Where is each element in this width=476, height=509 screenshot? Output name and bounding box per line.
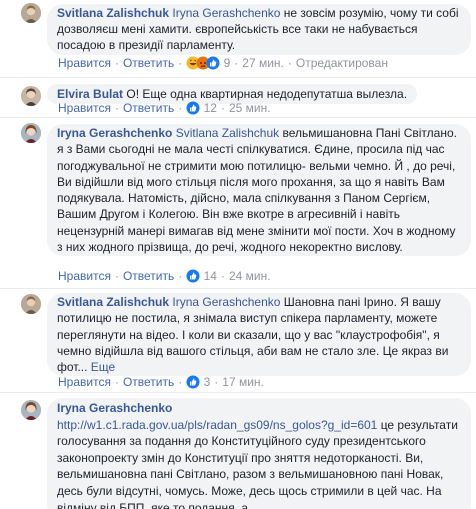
comment-actions: Нравится · Ответить · 12 · 25 мин. bbox=[58, 101, 271, 115]
divider bbox=[0, 392, 476, 393]
comment-author[interactable]: Iryna Gerashchenko bbox=[57, 401, 172, 415]
comment-body: Iryna Gerashchenko http://w1.c1.rada.gov… bbox=[47, 398, 471, 509]
comment-time[interactable]: 17 мин. bbox=[222, 375, 264, 389]
reactions-summary[interactable]: 14 bbox=[186, 269, 217, 283]
reactions-summary[interactable]: 12 bbox=[186, 101, 217, 115]
divider bbox=[0, 117, 476, 118]
reaction-count: 14 bbox=[203, 269, 217, 283]
comment-bubble: Svitlana Zalishchuk Iryna Gerashchenko Ш… bbox=[47, 293, 471, 377]
comment-author[interactable]: Iryna Gerashchenko bbox=[57, 126, 172, 140]
comment-actions: Нравится · Ответить · 3 · 17 мин. bbox=[58, 375, 264, 389]
comment-bubble: Iryna Gerashchenko http://w1.c1.rada.gov… bbox=[47, 398, 471, 509]
mention-link[interactable]: Svitlana Zalishchuk bbox=[176, 126, 279, 140]
comment-body: Svitlana Zalishchuk Iryna Gerashchenko н… bbox=[47, 4, 471, 55]
divider bbox=[0, 288, 476, 289]
reaction-count: 9 bbox=[223, 56, 231, 70]
reaction-count: 3 bbox=[203, 375, 211, 389]
comment-time[interactable]: 24 мин. bbox=[229, 269, 271, 283]
mention-link[interactable]: Iryna Gerashchenko bbox=[172, 295, 280, 309]
reply-button[interactable]: Ответить bbox=[123, 101, 174, 115]
comment-actions: Нравится · Ответить · 14 · 24 мин. bbox=[58, 269, 271, 283]
reply-button[interactable]: Ответить bbox=[123, 269, 174, 283]
comment-author[interactable]: Elvira Bulat bbox=[57, 87, 123, 101]
comment-body: Iryna Gerashchenko Svitlana Zalishchuk в… bbox=[47, 124, 471, 257]
mention-link[interactable]: Iryna Gerashchenko bbox=[172, 6, 280, 20]
reactions-summary[interactable]: 9 bbox=[186, 56, 230, 70]
comment-body: Svitlana Zalishchuk Iryna Gerashchenko Ш… bbox=[47, 293, 471, 377]
reply-button[interactable]: Ответить bbox=[123, 375, 174, 389]
comment-actions: Нравится · Ответить · 9 · 27 мин. · Отредактиро… bbox=[58, 56, 388, 70]
comment-author[interactable]: Svitlana Zalishchuk bbox=[57, 295, 169, 309]
like-button[interactable]: Нравится bbox=[58, 101, 111, 115]
comment-author[interactable]: Svitlana Zalishchuk bbox=[57, 6, 169, 20]
see-more-link[interactable]: Еще bbox=[91, 360, 115, 374]
like-button[interactable]: Нравится bbox=[58, 56, 111, 70]
edited-label[interactable]: Отредактирован bbox=[296, 56, 388, 70]
comment-bubble: Svitlana Zalishchuk Iryna Gerashchenko н… bbox=[47, 4, 471, 55]
comment-time[interactable]: 27 мин. bbox=[242, 56, 284, 70]
avatar[interactable] bbox=[21, 123, 41, 143]
avatar[interactable] bbox=[21, 294, 41, 314]
external-link[interactable]: http://w1.c1.rada.gov.ua/pls/radan_gs09/… bbox=[57, 418, 377, 432]
comment-text: О! Еще одна квартирная недодепутатша выл… bbox=[126, 87, 408, 101]
comment-time[interactable]: 25 мин. bbox=[229, 101, 271, 115]
avatar[interactable] bbox=[21, 400, 41, 420]
like-button[interactable]: Нравится bbox=[58, 375, 111, 389]
avatar[interactable] bbox=[21, 3, 41, 23]
like-reaction-icon bbox=[206, 56, 220, 70]
divider bbox=[0, 77, 476, 78]
comment-text: вельмишановна Пані Світлано. я з Вами сь… bbox=[57, 126, 457, 255]
avatar[interactable] bbox=[21, 86, 41, 106]
reply-button[interactable]: Ответить bbox=[123, 56, 174, 70]
like-reaction-icon bbox=[186, 269, 200, 283]
like-reaction-icon bbox=[186, 101, 200, 115]
like-reaction-icon bbox=[186, 375, 200, 389]
reaction-count: 12 bbox=[203, 101, 217, 115]
comment-bubble: Iryna Gerashchenko Svitlana Zalishchuk в… bbox=[47, 124, 471, 257]
like-button[interactable]: Нравится bbox=[58, 269, 111, 283]
reactions-summary[interactable]: 3 bbox=[186, 375, 210, 389]
